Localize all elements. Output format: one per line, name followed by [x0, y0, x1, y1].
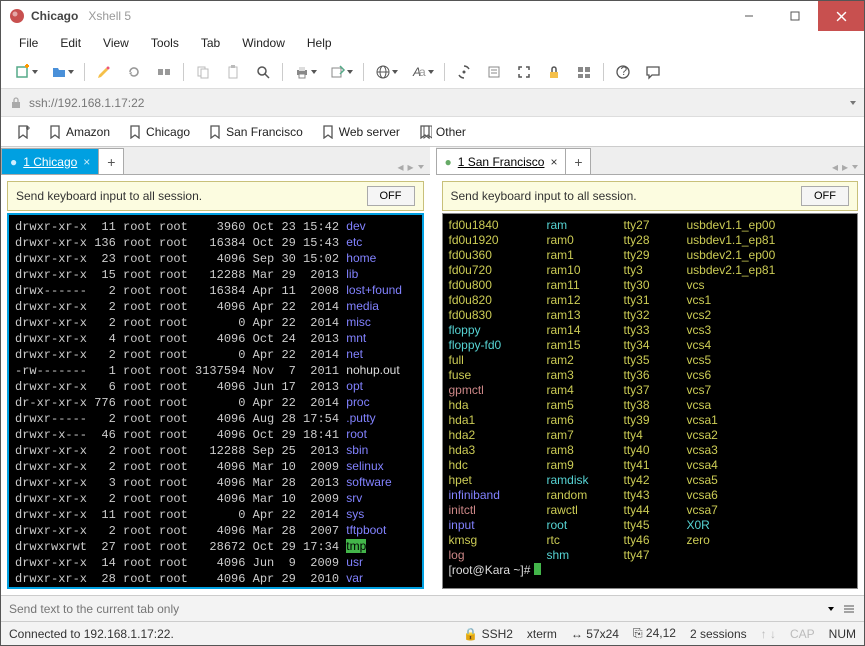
sessions-button[interactable] — [570, 59, 598, 85]
tab-add-button[interactable]: + — [98, 148, 124, 174]
print-button[interactable] — [288, 59, 322, 85]
pane-chicago: ● 1 Chicago × + ◂ ▸ Send keyboard input … — [1, 147, 430, 595]
lock-button[interactable] — [540, 59, 568, 85]
open-session-button[interactable] — [45, 59, 79, 85]
status-ssh: 🔒 SSH2 — [463, 627, 513, 641]
menu-edit[interactable]: Edit — [50, 33, 91, 53]
window-title: Chicago — [31, 9, 78, 23]
tab-strip-right: ● 1 San Francisco × + ◂ ▸ — [436, 147, 865, 175]
send-menu-icon[interactable] — [842, 602, 856, 616]
menu-tools[interactable]: Tools — [141, 33, 189, 53]
file-transfer-button[interactable] — [324, 59, 358, 85]
send-mode-dropdown[interactable] — [828, 607, 834, 611]
tab-next-icon[interactable]: ▸ — [842, 160, 848, 174]
status-term: xterm — [527, 627, 557, 641]
status-size: ↔ 57x24 — [571, 627, 619, 641]
disconnect-button[interactable] — [150, 59, 178, 85]
app-icon — [9, 8, 25, 24]
bookmark-web-server[interactable]: Web server — [314, 122, 407, 142]
tab-prev-icon[interactable]: ◂ — [832, 160, 838, 174]
status-connection: Connected to 192.168.1.17:22. — [9, 627, 174, 641]
tab-close-icon[interactable]: × — [83, 155, 90, 169]
translate-button[interactable] — [369, 59, 403, 85]
broadcast-off-button[interactable]: OFF — [801, 186, 849, 206]
terminal-chicago[interactable]: drwxr-xr-x 11 root root 3960 Oct 23 15:4… — [7, 213, 424, 589]
lock-icon — [9, 96, 23, 110]
bookmark-chicago[interactable]: Chicago — [121, 122, 197, 142]
bookmark-san-francisco[interactable]: San Francisco — [201, 122, 310, 142]
menu-tab[interactable]: Tab — [191, 33, 230, 53]
banner-text: Send keyboard input to all session. — [16, 189, 359, 203]
tab-chicago[interactable]: ● 1 Chicago × — [1, 148, 99, 174]
status-pos: ⎘ 24,12 — [633, 626, 676, 641]
split-panes: ● 1 Chicago × + ◂ ▸ Send keyboard input … — [1, 147, 864, 595]
status-cap: CAP — [790, 627, 815, 641]
highlight-button[interactable] — [90, 59, 118, 85]
tab-strip-left: ● 1 Chicago × + ◂ ▸ — [1, 147, 430, 175]
reconnect-button[interactable] — [120, 59, 148, 85]
toolbar: Aa ? — [1, 55, 864, 89]
svg-text:?: ? — [621, 64, 628, 78]
status-bar: Connected to 192.168.1.17:22. 🔒 SSH2 xte… — [1, 621, 864, 645]
broadcast-banner: Send keyboard input to all session. OFF — [7, 181, 424, 211]
send-input[interactable] — [9, 602, 820, 616]
tab-add-button[interactable]: + — [565, 148, 591, 174]
window-subtitle: Xshell 5 — [88, 9, 131, 23]
send-bar — [1, 595, 864, 621]
status-arrows: ↑ ↓ — [761, 627, 776, 641]
tab-prev-icon[interactable]: ◂ — [397, 160, 403, 174]
pane-san-francisco: ● 1 San Francisco × + ◂ ▸ Send keyboard … — [436, 147, 865, 595]
compose-button[interactable] — [480, 59, 508, 85]
tab-nav: ◂ ▸ — [826, 160, 864, 174]
copy-button[interactable] — [189, 59, 217, 85]
spin-button[interactable] — [450, 59, 478, 85]
bookmark-amazon[interactable]: Amazon — [41, 122, 117, 142]
find-button[interactable] — [249, 59, 277, 85]
svg-text:a: a — [419, 65, 426, 79]
paste-button[interactable] — [219, 59, 247, 85]
new-session-button[interactable] — [9, 59, 43, 85]
tab-menu-icon[interactable] — [852, 165, 858, 169]
status-num: NUM — [829, 627, 856, 641]
minimize-button[interactable] — [726, 1, 772, 31]
address-text[interactable]: ssh://192.168.1.17:22 — [29, 96, 844, 110]
tab-san-francisco[interactable]: ● 1 San Francisco × — [436, 148, 567, 174]
menu-help[interactable]: Help — [297, 33, 342, 53]
tab-menu-icon[interactable] — [418, 165, 424, 169]
chat-button[interactable] — [639, 59, 667, 85]
banner-text: Send keyboard input to all session. — [451, 189, 794, 203]
font-button[interactable]: Aa — [405, 59, 439, 85]
menu-file[interactable]: File — [9, 33, 48, 53]
tab-nav: ◂ ▸ — [391, 160, 429, 174]
fullscreen-button[interactable] — [510, 59, 538, 85]
tab-next-icon[interactable]: ▸ — [407, 160, 413, 174]
menu-bar: File Edit View Tools Tab Window Help — [1, 31, 864, 55]
add-bookmark-button[interactable] — [9, 122, 37, 142]
bookmark-other[interactable]: Other — [411, 122, 473, 142]
menu-view[interactable]: View — [93, 33, 139, 53]
tab-label: 1 Chicago — [23, 155, 77, 169]
maximize-button[interactable] — [772, 1, 818, 31]
help-button[interactable]: ? — [609, 59, 637, 85]
terminal-san-francisco[interactable]: fd0u1840fd0u1920fd0u360fd0u720fd0u800fd0… — [442, 213, 859, 589]
tab-label: 1 San Francisco — [458, 155, 545, 169]
broadcast-banner: Send keyboard input to all session. OFF — [442, 181, 859, 211]
close-button[interactable] — [818, 1, 864, 31]
bookmarks-bar: Amazon Chicago San Francisco Web server … — [1, 117, 864, 147]
status-sessions: 2 sessions — [690, 627, 747, 641]
title-bar: Chicago Xshell 5 — [1, 1, 864, 31]
menu-window[interactable]: Window — [232, 33, 295, 53]
address-bar: ssh://192.168.1.17:22 — [1, 89, 864, 117]
address-dropdown[interactable] — [850, 101, 856, 105]
tab-close-icon[interactable]: × — [550, 155, 557, 169]
broadcast-off-button[interactable]: OFF — [367, 186, 415, 206]
